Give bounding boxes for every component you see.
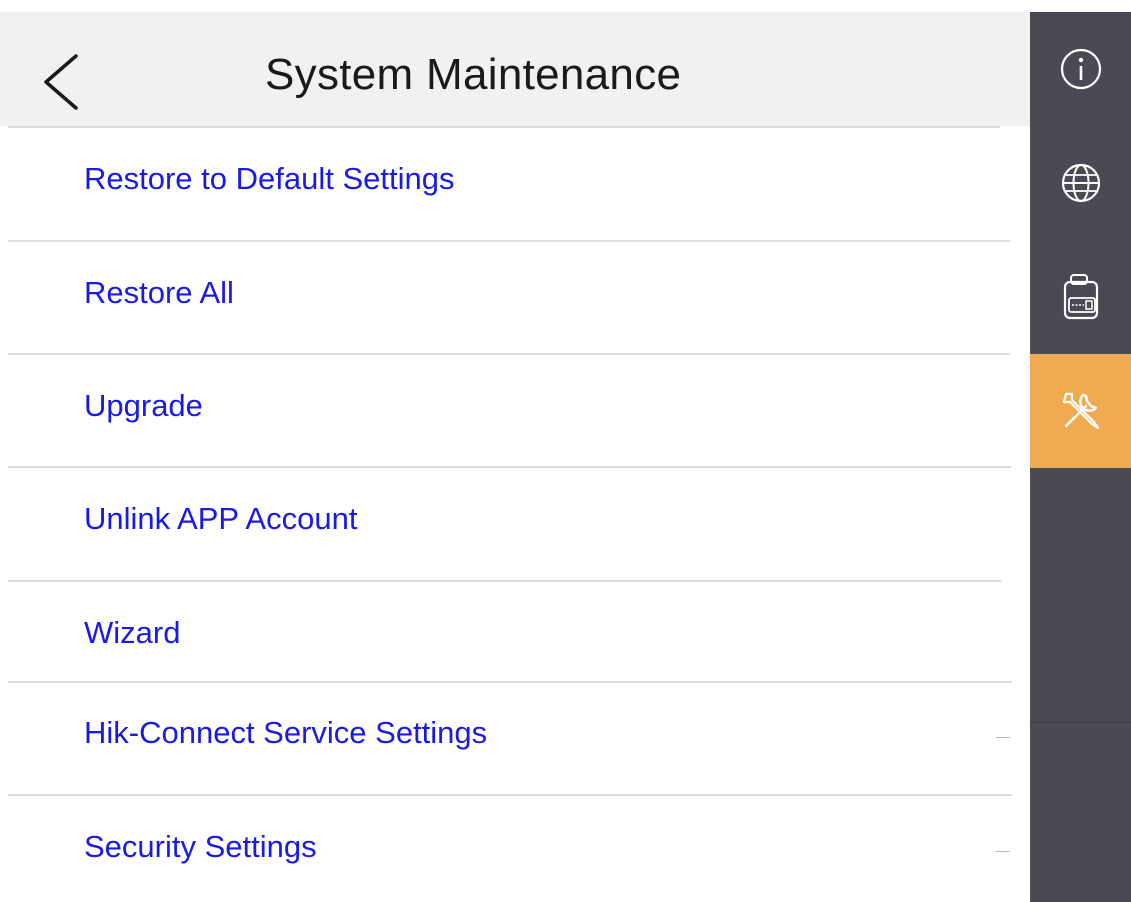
menu-item-restore-default[interactable]: Restore to Default Settings: [0, 128, 1030, 240]
sidebar-item-network[interactable]: [1030, 126, 1131, 240]
sidebar: [1030, 12, 1131, 902]
menu-item-wizard[interactable]: Wizard: [0, 582, 1030, 681]
menu-item-unlink-app-account[interactable]: Unlink APP Account: [0, 468, 1030, 580]
sidebar-divider: [1030, 722, 1131, 723]
dash-mark: [996, 737, 1010, 738]
menu-item-label: Upgrade: [84, 388, 203, 423]
sidebar-item-device[interactable]: [1030, 240, 1131, 354]
dash-mark: [996, 851, 1010, 852]
menu-item-security-settings[interactable]: Security Settings: [0, 796, 1030, 902]
sidebar-item-info[interactable]: [1030, 12, 1131, 126]
menu-item-label: Unlink APP Account: [84, 501, 358, 536]
sidebar-item-maintenance[interactable]: [1030, 354, 1131, 468]
main-panel: System Maintenance Restore to Default Se…: [0, 0, 1030, 902]
page-title: System Maintenance: [265, 50, 682, 99]
header-bar: System Maintenance: [0, 12, 1030, 126]
chevron-left-icon: [44, 54, 78, 110]
menu-item-label: Wizard: [84, 615, 181, 650]
tools-icon: [1062, 392, 1099, 430]
menu-item-upgrade[interactable]: Upgrade: [0, 355, 1030, 466]
menu-item-label: Restore All: [84, 275, 234, 310]
menu-item-label: Security Settings: [84, 829, 317, 864]
globe-icon: [1061, 163, 1100, 203]
menu-item-hik-connect[interactable]: Hik-Connect Service Settings: [0, 683, 1030, 794]
menu-item-restore-all[interactable]: Restore All: [0, 242, 1030, 353]
menu-item-label: Hik-Connect Service Settings: [84, 715, 488, 750]
back-button[interactable]: [30, 44, 94, 120]
device-icon: [1063, 274, 1098, 320]
info-icon: [1060, 48, 1101, 90]
menu-item-label: Restore to Default Settings: [84, 161, 455, 196]
